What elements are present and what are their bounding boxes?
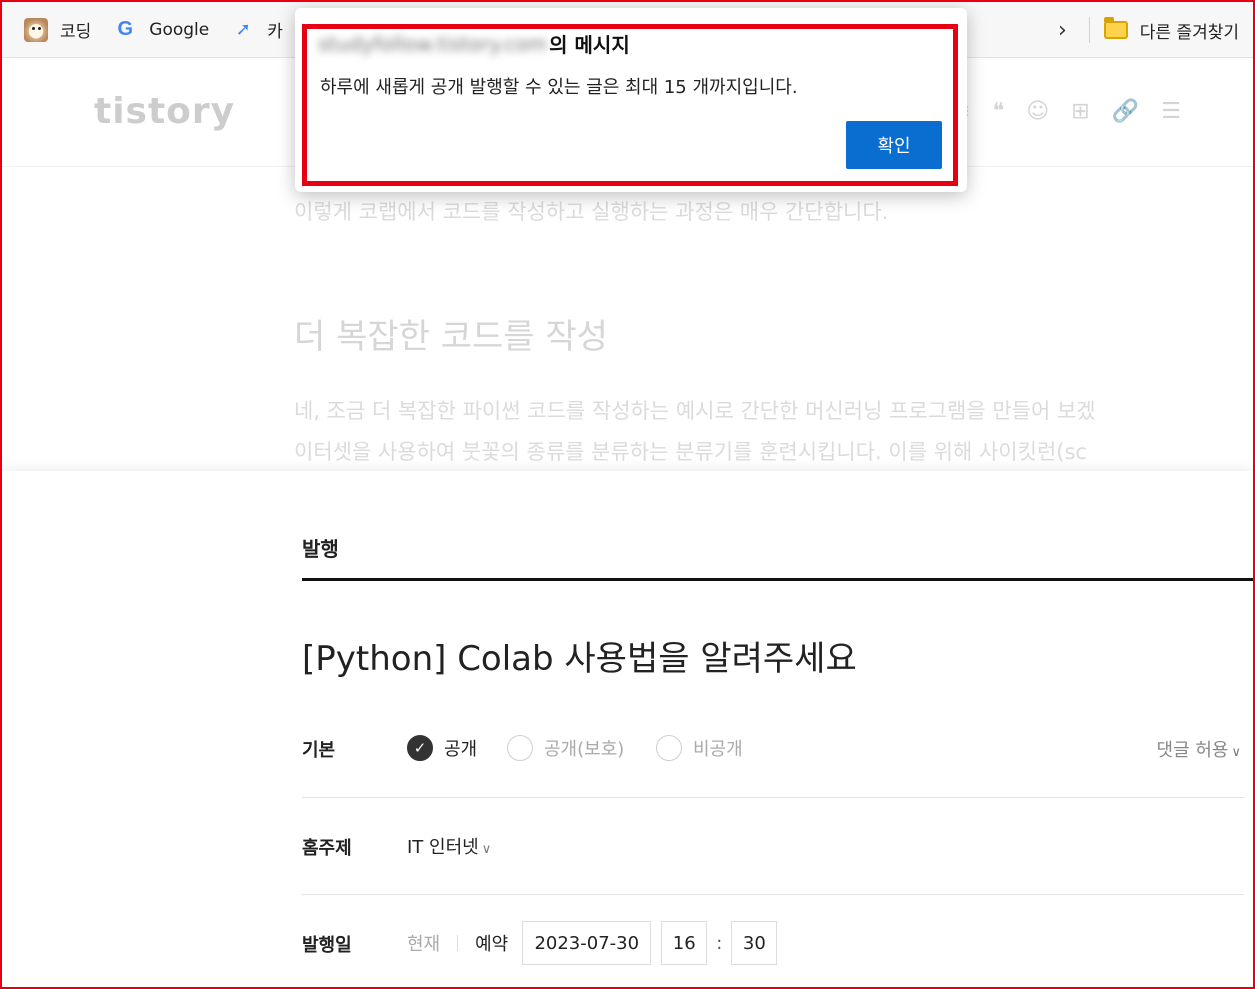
other-favorites-button[interactable]: 다른 즐겨찾기 [1140, 18, 1239, 43]
row-divider [302, 797, 1244, 798]
dialog-title: studyfollow.tistory.com 의 메시지 [318, 29, 630, 58]
dialog-message: 하루에 새롭게 공개 발행할 수 있는 글은 최대 15 개까지입니다. [320, 77, 798, 98]
minute-input[interactable]: 30 [731, 921, 778, 965]
radio-public[interactable]: ✓ 공개 [407, 735, 477, 761]
chevron-right-icon[interactable]: › [1058, 18, 1067, 43]
ok-button[interactable]: 확인 [846, 121, 942, 169]
category-dropdown[interactable]: IT 인터넷 ∨ [407, 833, 491, 859]
bookmark-kakao[interactable]: ➚ 카 [231, 17, 283, 42]
publish-title: 발행 [302, 537, 339, 561]
dialog-title-suffix: 의 메시지 [549, 33, 630, 57]
visibility-label: 기본 [302, 740, 336, 761]
option-now[interactable]: 현재 [407, 930, 440, 956]
publish-panel: 발행 [Python] Colab 사용법을 알려주세요 기본 ✓ 공개 공개(… [2, 471, 1253, 987]
bookmark-google[interactable]: G Google [113, 18, 210, 42]
time-separator: : [716, 932, 723, 954]
date-input[interactable]: 2023-07-30 [522, 921, 652, 965]
publish-date-controls: 현재 예약 2023-07-30 16 : 30 [407, 921, 778, 965]
chevron-down-icon: ∨ [1231, 745, 1241, 760]
blurred-domain: studyfollow.tistory.com [318, 31, 548, 56]
chevron-down-icon: ∨ [481, 842, 492, 857]
radio-protected[interactable]: 공개(보호) [507, 735, 624, 761]
comment-permission-dropdown[interactable]: 댓글 허용 ∨ [1157, 736, 1241, 762]
bookmark-label: 코딩 [60, 22, 92, 42]
title-underline [302, 578, 1253, 581]
divider [457, 935, 459, 951]
hour-input[interactable]: 16 [661, 921, 708, 965]
radio-circle-icon [656, 735, 682, 761]
row-divider [302, 894, 1244, 895]
publish-date-label: 발행일 [302, 935, 352, 956]
google-icon: G [117, 18, 134, 40]
bookmark-coding[interactable]: 코딩 [24, 17, 91, 42]
bookmark-label: 카 [267, 22, 283, 42]
dog-icon [24, 17, 48, 42]
rocket-icon: ➚ [235, 19, 251, 40]
check-icon: ✓ [407, 735, 433, 761]
category-label: 홈주제 [302, 838, 352, 859]
divider [1088, 17, 1090, 43]
radio-private[interactable]: 비공개 [656, 735, 743, 761]
bookmark-label: Google [149, 19, 210, 40]
radio-circle-icon [507, 735, 533, 761]
folder-icon [1103, 17, 1128, 39]
post-title: [Python] Colab 사용법을 알려주세요 [302, 639, 857, 679]
option-reserve[interactable]: 예약 [475, 930, 508, 956]
